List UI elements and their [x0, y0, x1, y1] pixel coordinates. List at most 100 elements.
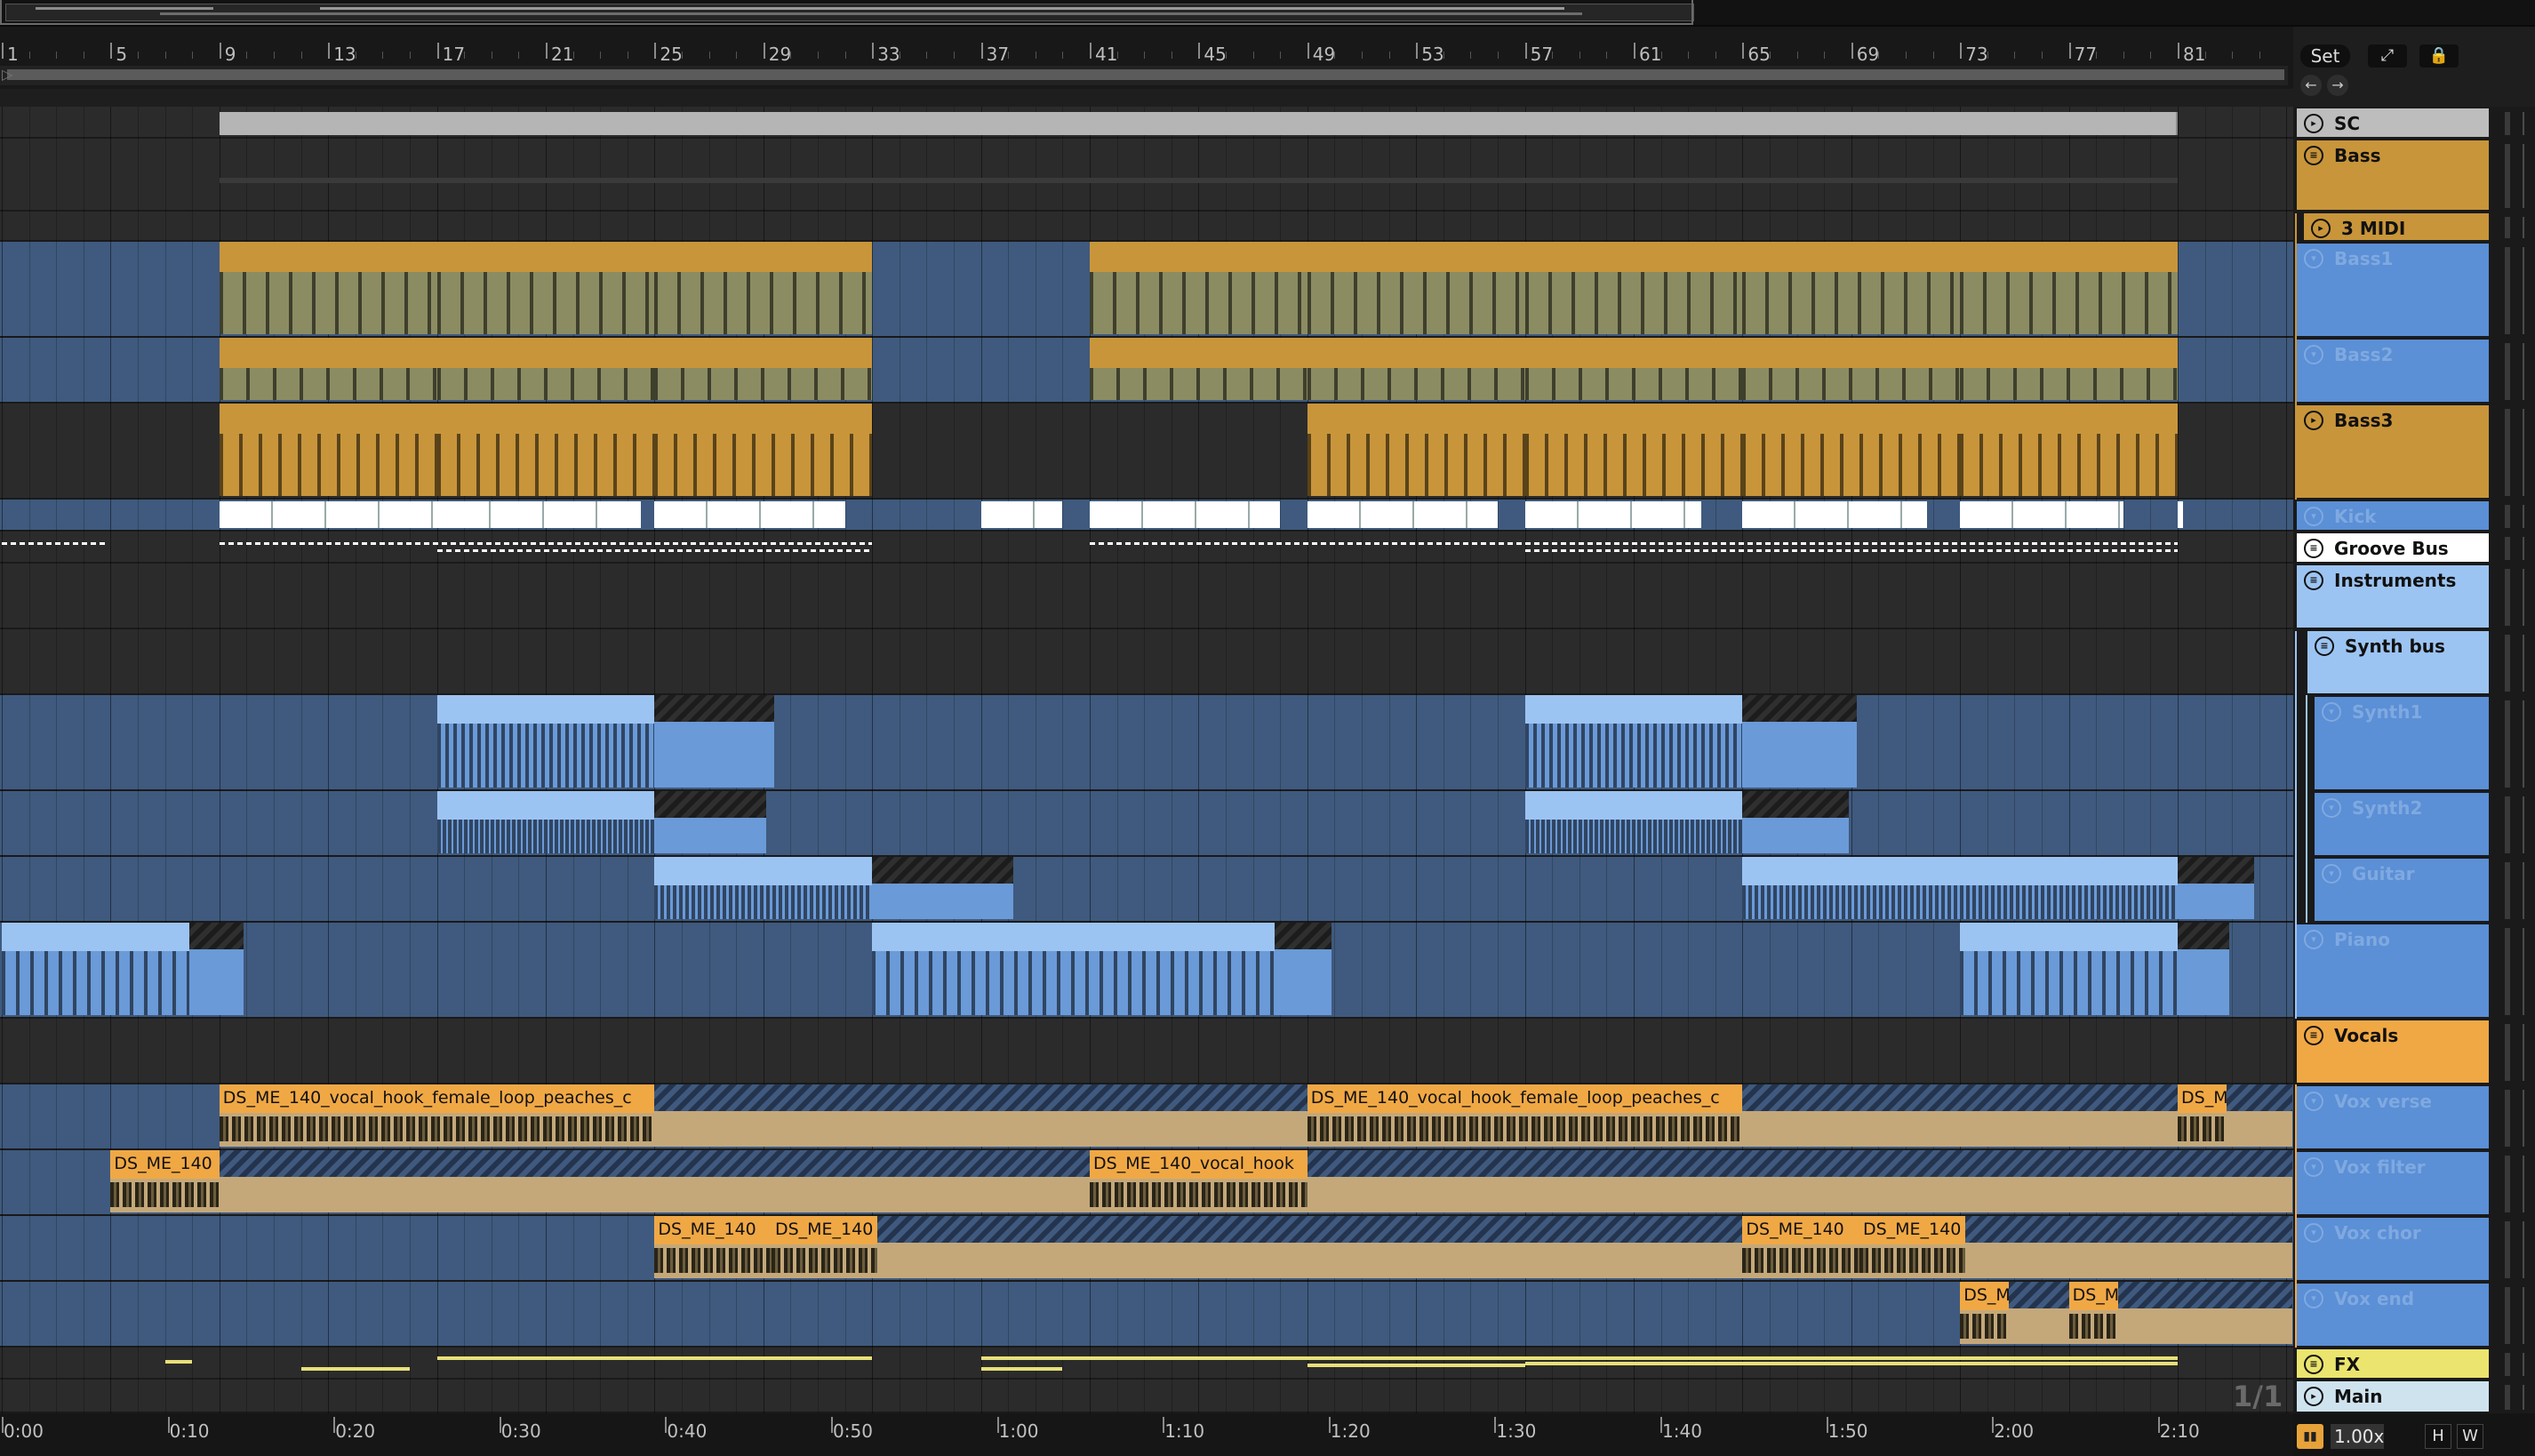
- bass3-clip[interactable]: [1524, 404, 1743, 496]
- group-fold-icon[interactable]: ▸: [2304, 114, 2323, 133]
- clip-header[interactable]: [1090, 242, 1307, 272]
- clip-header[interactable]: [654, 242, 873, 272]
- track-header-vox-chor[interactable]: ▾ Vox chor: [2297, 1218, 2489, 1280]
- kick-clip[interactable]: [219, 501, 437, 528]
- track-fold-icon[interactable]: ▸: [2304, 1387, 2323, 1406]
- track-header-3-midi[interactable]: ▸ 3 MIDI: [2304, 213, 2489, 240]
- clip-header[interactable]: [1742, 857, 2178, 885]
- track-lane[interactable]: [0, 532, 2293, 564]
- group-fold-icon[interactable]: ≡: [2304, 1355, 2323, 1374]
- bass2-clip[interactable]: [1090, 338, 1307, 400]
- clip-header[interactable]: [1742, 338, 1961, 368]
- synth2-clip[interactable]: [1524, 791, 1743, 853]
- bass2-clip[interactable]: [1524, 338, 1743, 400]
- bass3-clip[interactable]: [219, 404, 437, 496]
- bass1-clip[interactable]: [1090, 242, 1307, 334]
- track-fold-icon[interactable]: ▾: [2322, 702, 2341, 722]
- track-fold-icon[interactable]: ▾: [2322, 864, 2341, 884]
- bass2-clip[interactable]: [1960, 338, 2178, 400]
- time-ruler[interactable]: 0:00 0:10 0:20 0:30 0:40 0:50 1:00 1:10 1:20 1:30…: [0, 1413, 2293, 1456]
- track-header-guitar[interactable]: ▾ Guitar: [2315, 859, 2489, 921]
- clip-header[interactable]: [654, 338, 873, 368]
- track-fold-icon[interactable]: ▾: [2304, 249, 2323, 268]
- clip-header[interactable]: [1960, 923, 2178, 951]
- clip-header[interactable]: [1742, 404, 1961, 434]
- clip-header[interactable]: [1524, 791, 1743, 820]
- track-header-instruments[interactable]: ≡ Instruments: [2297, 565, 2489, 628]
- bass1-clip[interactable]: [654, 242, 873, 334]
- track-fold-icon[interactable]: ▾: [2304, 345, 2323, 364]
- clip-header[interactable]: [1307, 242, 1525, 272]
- overview-visible-region[interactable]: [0, 0, 1693, 25]
- bass2-clip[interactable]: [1742, 338, 1961, 400]
- expand-icon[interactable]: ⤢: [2368, 44, 2407, 68]
- vox-filter-clip[interactable]: DS_ME_140: [110, 1150, 220, 1212]
- vox-chor-clip[interactable]: DS_ME_140: [654, 1216, 772, 1278]
- clip-header[interactable]: DS_M: [2068, 1282, 2118, 1310]
- track-lane[interactable]: [0, 212, 2293, 242]
- clip-header[interactable]: DS_ME_140: [1859, 1216, 1966, 1244]
- guitar-clip[interactable]: [654, 857, 873, 919]
- set-button[interactable]: Set: [2300, 44, 2350, 68]
- bass2-clip[interactable]: [654, 338, 873, 400]
- bass3-clip[interactable]: [654, 404, 873, 496]
- bass3-clip[interactable]: [436, 404, 655, 496]
- kick-clip[interactable]: [654, 501, 845, 528]
- bass1-clip[interactable]: [1307, 242, 1525, 334]
- arrangement-overview[interactable]: [0, 0, 2535, 27]
- arrow-right-icon[interactable]: →: [2327, 75, 2348, 96]
- track-header-main[interactable]: ▸ Main: [2297, 1381, 2489, 1412]
- clip-header[interactable]: DS_ME_140: [771, 1216, 878, 1244]
- track-header-bass1[interactable]: ▾ Bass1: [2297, 244, 2489, 336]
- track-header-bass[interactable]: ≡ Bass: [2297, 140, 2489, 210]
- bass3-clip[interactable]: [1742, 404, 1961, 496]
- clip-header[interactable]: [1524, 338, 1743, 368]
- synth1-clip[interactable]: [1524, 695, 1743, 788]
- clip-header[interactable]: [1960, 242, 2178, 272]
- clip-header[interactable]: DS_ME_140_vocal_hook: [1090, 1150, 1307, 1179]
- clip-header[interactable]: [436, 242, 655, 272]
- bass1-clip[interactable]: [1524, 242, 1743, 334]
- group-fold-icon[interactable]: ≡: [2304, 1026, 2323, 1045]
- track-fold-icon[interactable]: ▾: [2304, 1223, 2323, 1243]
- vox-chor-clip[interactable]: DS_ME_140: [1859, 1216, 1966, 1278]
- clip-header[interactable]: [1960, 338, 2178, 368]
- track-header-bass3[interactable]: ▸ Bass3: [2297, 405, 2489, 498]
- synth2-clip[interactable]: [436, 791, 655, 853]
- clip-header[interactable]: DS_ME_140: [110, 1150, 220, 1179]
- clip-header[interactable]: [436, 338, 655, 368]
- group-fold-icon[interactable]: ≡: [2315, 636, 2334, 656]
- track-header-sc[interactable]: ▸ SC: [2297, 108, 2489, 137]
- track-lane[interactable]: [0, 1282, 2293, 1348]
- kick-clip[interactable]: [1960, 501, 2123, 528]
- zoom-value-field[interactable]: 1.00x: [2331, 1424, 2384, 1449]
- vox-filter-clip[interactable]: DS_ME_140_vocal_hook: [1090, 1150, 1307, 1212]
- clip-header[interactable]: [654, 857, 873, 885]
- bass2-clip[interactable]: [219, 338, 437, 400]
- clip-header[interactable]: [436, 695, 655, 724]
- track-header-vocals[interactable]: ≡ Vocals: [2297, 1020, 2489, 1083]
- h-button[interactable]: H: [2425, 1424, 2451, 1449]
- bass3-clip[interactable]: [1307, 404, 1525, 496]
- clip-header[interactable]: [219, 242, 437, 272]
- track-lane[interactable]: [0, 1019, 2293, 1084]
- track-fold-icon[interactable]: ▾: [2304, 1092, 2323, 1111]
- guitar-clip[interactable]: [1742, 857, 2178, 919]
- track-lane[interactable]: [0, 139, 2293, 212]
- w-button[interactable]: W: [2457, 1424, 2483, 1449]
- clip-header[interactable]: [1090, 338, 1307, 368]
- kick-clip[interactable]: [1090, 501, 1281, 528]
- clip-header[interactable]: [1524, 242, 1743, 272]
- vox-verse-clip[interactable]: DS_ME_140_vocal_hook_female_loop_peaches…: [1307, 1084, 1743, 1147]
- track-fold-icon[interactable]: ▾: [2304, 507, 2323, 526]
- clip-header[interactable]: [1960, 404, 2178, 434]
- track-header-kick[interactable]: ▾ Kick: [2297, 501, 2489, 530]
- clip-header[interactable]: [219, 404, 437, 434]
- clip-header[interactable]: [219, 338, 437, 368]
- track-header-bass2[interactable]: ▾ Bass2: [2297, 340, 2489, 402]
- track-header-vox-end[interactable]: ▾ Vox end: [2297, 1284, 2489, 1346]
- kick-clip[interactable]: [1742, 501, 1928, 528]
- vox-verse-clip[interactable]: DS_ME_140_vocal_hook_female_loop_peaches…: [219, 1084, 655, 1147]
- track-fold-icon[interactable]: ▾: [2322, 798, 2341, 818]
- clip-header[interactable]: [1742, 242, 1961, 272]
